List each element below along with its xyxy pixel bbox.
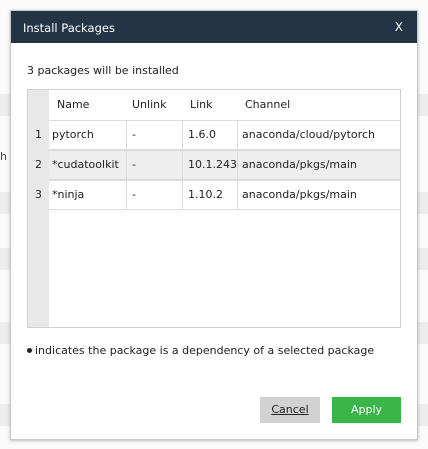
cell-divider bbox=[237, 121, 238, 149]
package-unlink: - bbox=[132, 158, 136, 171]
apply-button[interactable]: Apply bbox=[332, 397, 401, 423]
package-unlink: - bbox=[132, 188, 136, 201]
package-name: pytorch bbox=[52, 128, 94, 141]
package-channel: anaconda/cloud/pytorch bbox=[242, 128, 375, 141]
packages-table: Name Unlink Link Channel 1 pytorch - 1.6… bbox=[27, 89, 401, 328]
package-channel: anaconda/pkgs/main bbox=[242, 188, 357, 201]
cell-divider bbox=[237, 181, 238, 209]
dependency-note: indicates the package is a dependency of… bbox=[27, 344, 374, 357]
cell-divider bbox=[182, 151, 183, 179]
table-row[interactable]: *ninja - 1.10.2 anaconda/pkgs/main bbox=[49, 180, 400, 210]
cell-divider bbox=[126, 121, 127, 149]
cancel-button[interactable]: Cancel bbox=[260, 397, 320, 423]
package-link: 1.6.0 bbox=[188, 128, 216, 141]
dialog-title: Install Packages bbox=[23, 21, 115, 35]
column-header-unlink: Unlink bbox=[132, 98, 167, 111]
package-name: *ninja bbox=[52, 188, 85, 201]
column-header-link: Link bbox=[190, 98, 213, 111]
table-row[interactable]: pytorch - 1.6.0 anaconda/cloud/pytorch bbox=[49, 120, 400, 150]
column-header-name: Name bbox=[57, 98, 90, 111]
background-text: h bbox=[0, 150, 7, 163]
package-name: *cudatoolkit bbox=[52, 158, 119, 171]
cell-divider bbox=[182, 181, 183, 209]
bullet-icon bbox=[27, 347, 32, 353]
dialog-titlebar: Install Packages X bbox=[11, 11, 417, 43]
dependency-note-text: indicates the package is a dependency of… bbox=[35, 344, 375, 357]
row-number: 1 bbox=[35, 128, 42, 141]
cell-divider bbox=[182, 121, 183, 149]
cell-divider bbox=[126, 181, 127, 209]
package-link: 1.10.2 bbox=[188, 188, 223, 201]
install-summary: 3 packages will be installed bbox=[27, 64, 179, 77]
cell-divider bbox=[237, 151, 238, 179]
close-icon[interactable]: X bbox=[395, 20, 403, 34]
table-row[interactable]: *cudatoolkit - 10.1.243 anaconda/pkgs/ma… bbox=[49, 150, 400, 180]
row-number: 3 bbox=[35, 188, 42, 201]
package-unlink: - bbox=[132, 128, 136, 141]
column-header-channel: Channel bbox=[245, 98, 291, 111]
install-packages-dialog: Install Packages X 3 packages will be in… bbox=[10, 10, 418, 440]
package-link: 10.1.243 bbox=[188, 158, 237, 171]
package-channel: anaconda/pkgs/main bbox=[242, 158, 357, 171]
cell-divider bbox=[126, 151, 127, 179]
row-number: 2 bbox=[35, 158, 42, 171]
